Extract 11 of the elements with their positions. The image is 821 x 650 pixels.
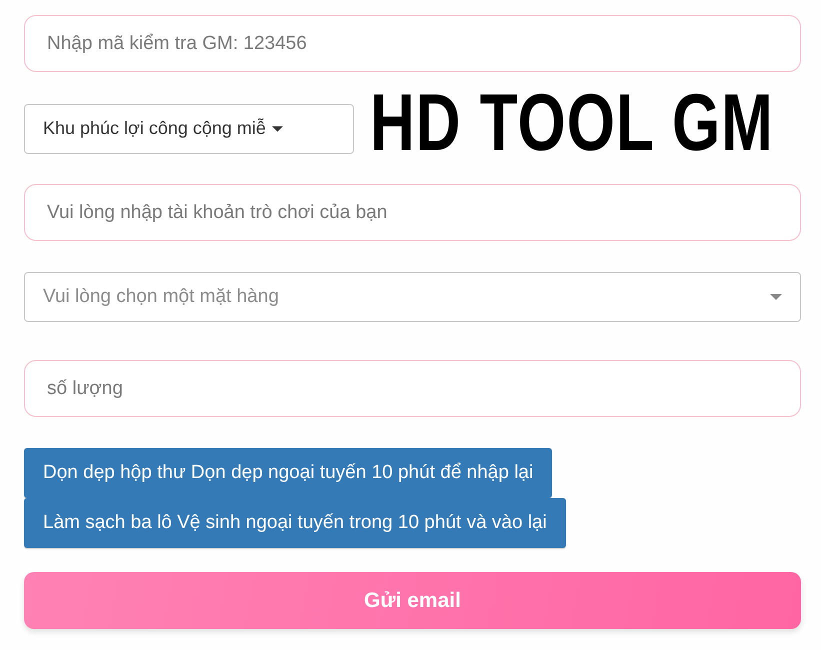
quantity-field[interactable]: số lượng — [24, 360, 801, 417]
action-button[interactable]: Làm sạch ba lô Vệ sinh ngoại tuyến trong 10 phút và vào lại — [24, 498, 566, 548]
item-select[interactable]: Vui lòng chọn một mặt hàng — [24, 272, 801, 322]
app-title: HD TOOL GM — [370, 94, 774, 154]
send-email-button[interactable]: Gửi email — [24, 572, 801, 629]
caret-icon — [770, 294, 782, 300]
region-dropdown[interactable]: Khu phúc lợi công cộng miễ — [24, 104, 354, 154]
account-field[interactable]: Vui lòng nhập tài khoản trò chơi của bạn — [24, 184, 801, 241]
caret-icon — [272, 126, 283, 132]
action-button[interactable]: Dọn dẹp hộp thư Dọn dẹp ngoại tuyến 10 phút để nhập lại — [24, 448, 552, 498]
gm-code-field[interactable]: Nhập mã kiểm tra GM: 123456 — [24, 15, 801, 72]
